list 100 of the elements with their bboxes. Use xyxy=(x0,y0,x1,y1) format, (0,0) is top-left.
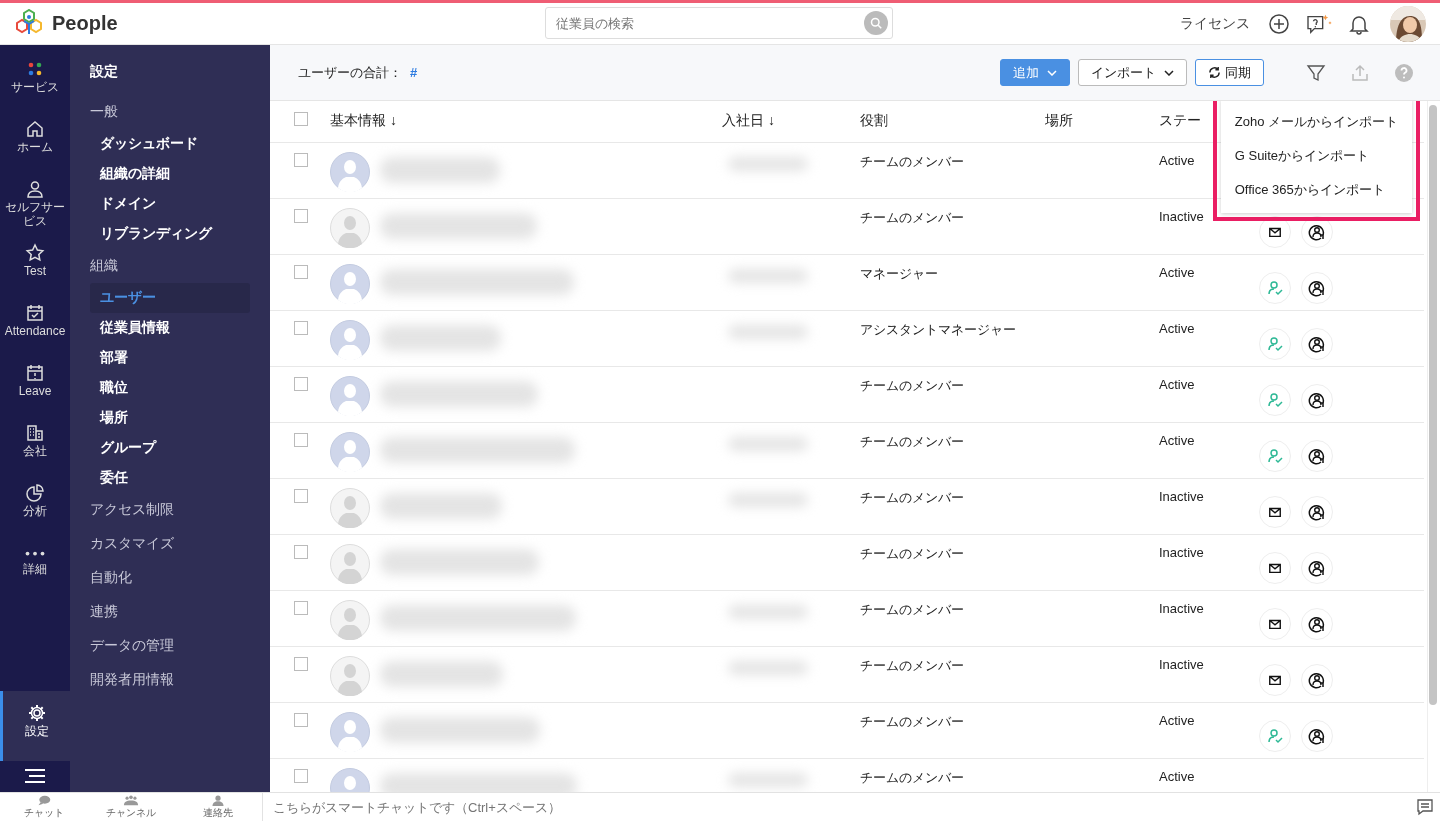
bottom-tab[interactable]: 連絡先 xyxy=(174,793,262,821)
user-check-button[interactable] xyxy=(1259,384,1291,416)
filter-icon[interactable] xyxy=(1306,62,1326,83)
user-sync-icon xyxy=(1308,671,1326,689)
rail-item[interactable]: Attendance xyxy=(0,300,70,357)
menu-item[interactable]: 場所 xyxy=(90,403,250,433)
menu-item[interactable]: 委任 xyxy=(90,463,250,493)
bottom-tab[interactable]: チャンネル xyxy=(87,793,175,821)
user-sync-button[interactable] xyxy=(1301,552,1333,584)
rail-item[interactable]: ホーム xyxy=(0,117,70,173)
menu-icon[interactable] xyxy=(23,769,47,783)
mail-button[interactable] xyxy=(1259,552,1291,584)
rail-item[interactable]: 詳細 xyxy=(0,540,70,597)
menu-group[interactable]: データの管理 xyxy=(90,629,250,663)
mail-button[interactable] xyxy=(1259,608,1291,640)
user-sync-icon xyxy=(1308,615,1326,633)
checkbox[interactable] xyxy=(294,545,308,559)
user-sync-button[interactable] xyxy=(1301,384,1333,416)
menu-item[interactable]: 部署 xyxy=(90,343,250,373)
user-sync-button[interactable] xyxy=(1301,440,1333,472)
import-button[interactable]: インポート xyxy=(1078,59,1187,86)
caret-icon xyxy=(1164,69,1174,76)
rail-item[interactable]: Leave xyxy=(0,360,70,417)
menu-item[interactable]: 職位 xyxy=(90,373,250,403)
user-sync-button[interactable] xyxy=(1301,664,1333,696)
add-icon[interactable] xyxy=(1268,12,1290,35)
menu-group[interactable]: 連携 xyxy=(90,595,250,629)
menu-group[interactable]: 一般 xyxy=(90,95,250,129)
bottom-tab[interactable]: チャット xyxy=(0,793,88,821)
user-sync-button[interactable] xyxy=(1301,272,1333,304)
menu-group[interactable]: 開発者用情報 xyxy=(90,663,250,697)
menu-option[interactable]: Office 365からインポート xyxy=(1220,173,1412,207)
license-link[interactable]: ライセンス xyxy=(1180,14,1250,33)
column-header[interactable]: ステー xyxy=(1159,112,1201,128)
menu-item[interactable]: ドメイン xyxy=(90,189,250,219)
role-text: チームのメンバー xyxy=(860,154,964,169)
user-sync-button[interactable] xyxy=(1301,608,1333,640)
mail-button[interactable] xyxy=(1259,664,1291,696)
menu-item[interactable]: 従業員情報 xyxy=(90,313,250,343)
checkbox[interactable] xyxy=(294,209,308,223)
menu-group[interactable]: カスタマイズ xyxy=(90,527,250,561)
checkbox[interactable] xyxy=(294,433,308,447)
user-check-button[interactable] xyxy=(1259,440,1291,472)
status-text: Inactive xyxy=(1159,601,1204,616)
rail-item[interactable]: セルフサービス xyxy=(0,177,70,237)
rail-item[interactable]: 会社 xyxy=(0,420,70,477)
menu-item[interactable]: 組織の詳細 xyxy=(90,159,250,189)
sync-button[interactable]: 同期 xyxy=(1195,59,1264,86)
column-header[interactable]: 役割 xyxy=(860,112,888,128)
status-text: Active xyxy=(1159,713,1195,728)
role-text: チームのメンバー xyxy=(860,378,964,393)
user-check-button[interactable] xyxy=(1259,720,1291,752)
role-text: チームのメンバー xyxy=(860,546,964,561)
rail-item[interactable]: Test xyxy=(0,240,70,297)
help-chat-icon[interactable] xyxy=(1304,12,1334,35)
scrollbar-thumb[interactable] xyxy=(1429,105,1437,705)
role-text: チームのメンバー xyxy=(860,770,964,785)
menu-item[interactable]: リブランディング xyxy=(90,219,250,249)
checkbox[interactable] xyxy=(294,769,308,783)
checkbox[interactable] xyxy=(294,153,308,167)
more-icon xyxy=(25,550,45,556)
user-sync-button[interactable] xyxy=(1301,720,1333,752)
column-header[interactable]: 基本情報 ↓ xyxy=(330,112,397,128)
status-text: Inactive xyxy=(1159,209,1204,224)
menu-group[interactable]: 自動化 xyxy=(90,561,250,595)
checkbox[interactable] xyxy=(294,601,308,615)
checkbox[interactable] xyxy=(294,657,308,671)
menu-item[interactable]: ダッシュボード xyxy=(90,129,250,159)
checkbox[interactable] xyxy=(294,713,308,727)
checkbox[interactable] xyxy=(294,112,308,126)
total-label: ユーザーの合計： xyxy=(298,63,402,82)
rail-item[interactable]: サービス xyxy=(0,57,70,113)
menu-option[interactable]: Zoho メールからインポート xyxy=(1220,105,1412,139)
checkbox[interactable] xyxy=(294,321,308,335)
role-text: チームのメンバー xyxy=(860,602,964,617)
menu-group[interactable]: 組織 xyxy=(90,249,250,283)
user-sync-button[interactable] xyxy=(1301,496,1333,528)
person-icon xyxy=(25,179,45,199)
menu-option[interactable]: G Suiteからインポート xyxy=(1220,139,1412,173)
status-text: Inactive xyxy=(1159,657,1204,672)
mail-icon xyxy=(1268,673,1282,687)
user-check-icon xyxy=(1267,392,1283,408)
user-check-button[interactable] xyxy=(1259,328,1291,360)
star-icon xyxy=(25,242,45,263)
mail-icon xyxy=(1268,225,1282,239)
mail-button[interactable] xyxy=(1259,496,1291,528)
column-header[interactable]: 場所 xyxy=(1045,112,1073,128)
column-header[interactable]: 入社日 ↓ xyxy=(722,112,775,128)
calendar-icon xyxy=(25,362,45,383)
menu-group[interactable]: アクセス制限 xyxy=(90,493,250,527)
checkbox[interactable] xyxy=(294,489,308,503)
user-sync-button[interactable] xyxy=(1301,328,1333,360)
checkbox[interactable] xyxy=(294,377,308,391)
search-field[interactable]: 従業員の検索 xyxy=(545,7,893,39)
menu-item[interactable]: グループ xyxy=(90,433,250,463)
user-check-button[interactable] xyxy=(1259,272,1291,304)
rail-item[interactable]: 設定 xyxy=(0,691,70,761)
menu-item[interactable]: ユーザー xyxy=(90,283,250,313)
rail-item[interactable]: 分析 xyxy=(0,480,70,537)
checkbox[interactable] xyxy=(294,265,308,279)
